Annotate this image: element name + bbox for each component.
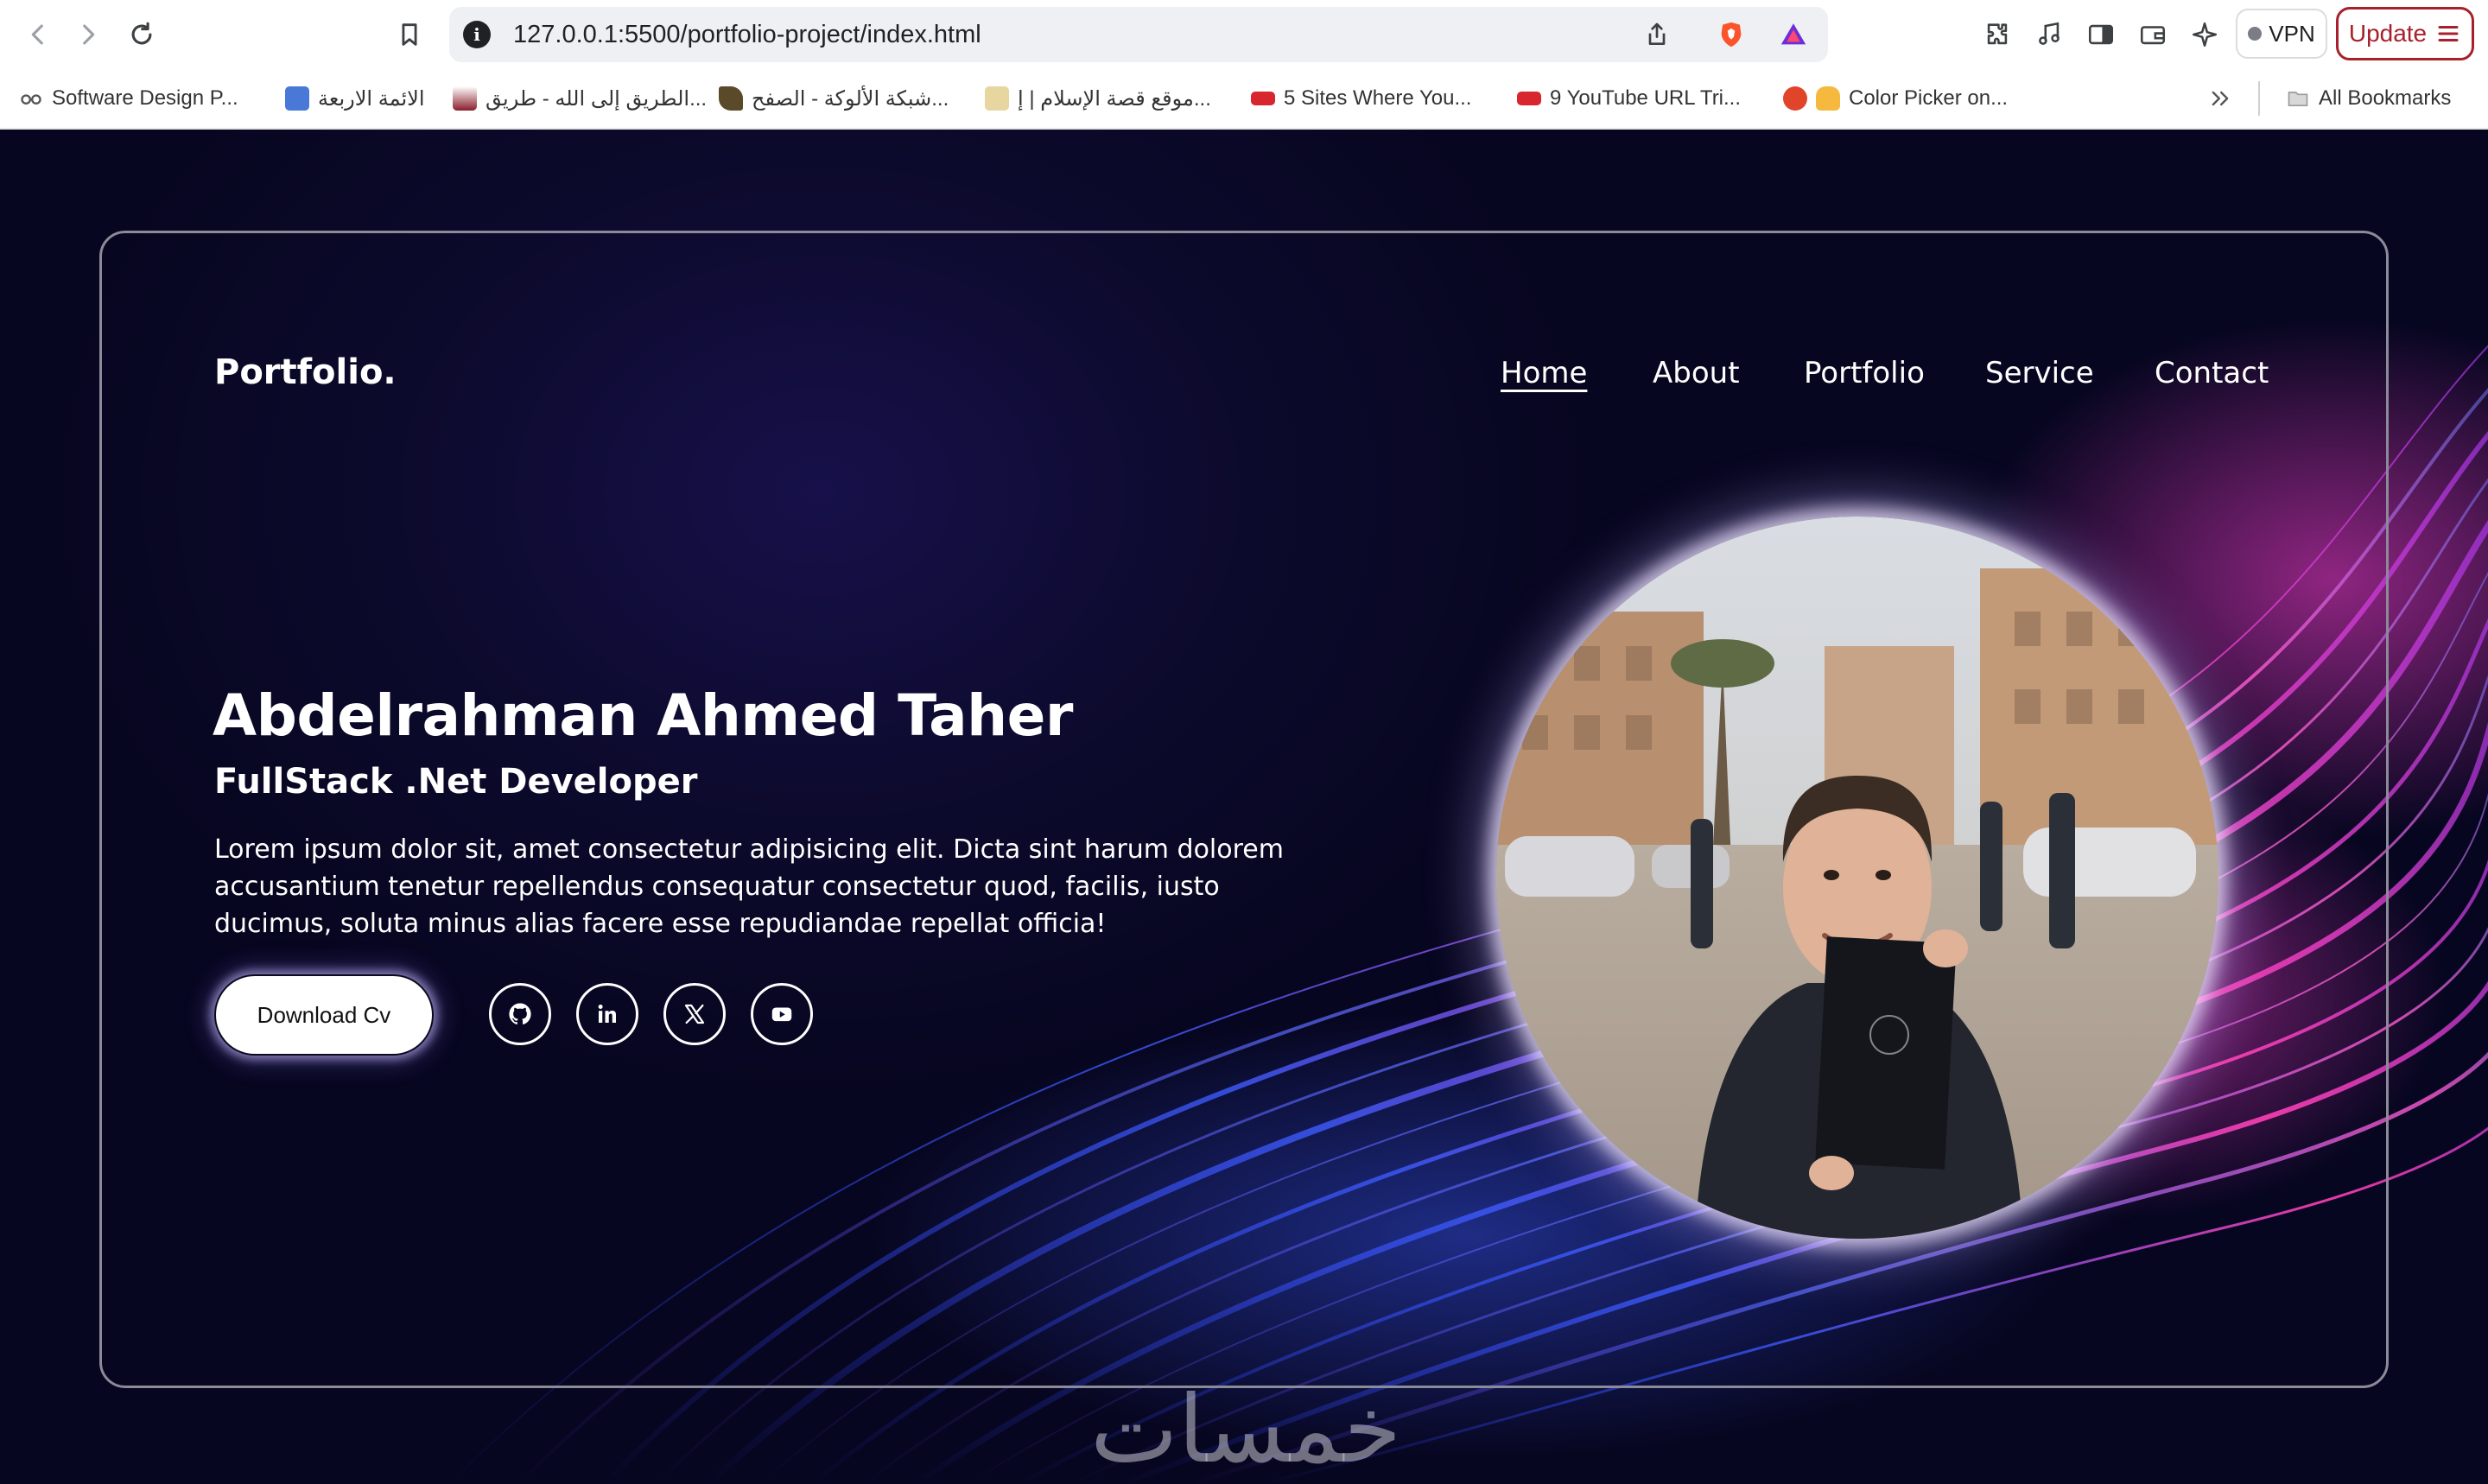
hero-role: FullStack .Net Developer (214, 762, 698, 802)
site-favicon-icon (1251, 92, 1275, 105)
vpn-status-icon (2248, 27, 2263, 41)
site-logo[interactable]: Portfolio. (214, 352, 397, 392)
linkedin-icon[interactable] (576, 983, 638, 1045)
vpn-label: VPN (2269, 20, 2315, 47)
glasses-icon (21, 94, 41, 105)
x-icon[interactable] (663, 983, 726, 1045)
brave-shield-icon[interactable] (1716, 19, 1747, 50)
vpn-button[interactable]: VPN (2236, 9, 2327, 59)
hero-name: Abdelrahman Ahmed Taher (213, 682, 1073, 749)
bookmark-item[interactable]: Software Design P... (19, 83, 238, 114)
bookmark-item[interactable]: الائمة الاربعة (285, 83, 425, 114)
wallet-icon[interactable] (2136, 17, 2170, 52)
site-favicon-icon (985, 86, 1009, 111)
reload-icon[interactable] (123, 16, 161, 54)
browser-toolbar: i 127.0.0.1:5500/portfolio-project/index… (0, 0, 2488, 69)
nav-contact[interactable]: Contact (2155, 356, 2269, 390)
update-button[interactable]: Update (2336, 7, 2474, 60)
address-bar[interactable]: i 127.0.0.1:5500/portfolio-project/index… (449, 7, 1828, 62)
share-icon[interactable] (1641, 19, 1672, 50)
site-info-icon[interactable]: i (463, 21, 491, 48)
thumbs-up-icon (1816, 86, 1840, 111)
nav-about[interactable]: About (1653, 356, 1740, 390)
leaf-icon (719, 86, 743, 111)
brave-rewards-icon[interactable] (1778, 19, 1809, 50)
folder-icon (2288, 92, 2308, 106)
update-label: Update (2348, 20, 2428, 47)
leo-ai-icon[interactable] (2187, 17, 2222, 52)
bookmark-item[interactable]: Color Picker on... (1783, 83, 2008, 114)
bookmarks-divider (2258, 81, 2260, 116)
back-icon[interactable] (19, 16, 57, 54)
bookmark-item[interactable]: 5 Sites Where You... (1251, 83, 1471, 114)
bookmark-item[interactable]: الطريق إلى الله - طريق... (453, 83, 707, 114)
more-bookmarks-icon[interactable] (2208, 83, 2232, 114)
site-favicon-icon (453, 86, 477, 111)
hero-description: Lorem ipsum dolor sit, amet consectetur … (214, 834, 1284, 939)
forward-icon[interactable] (69, 16, 107, 54)
url-text[interactable]: 127.0.0.1:5500/portfolio-project/index.h… (513, 21, 981, 49)
bookmark-item[interactable]: شبكة الألوكة - الصفح... (719, 83, 949, 114)
watermark: خمسات (1090, 1376, 1402, 1484)
media-icon[interactable] (2032, 17, 2066, 52)
extensions-icon[interactable] (1980, 17, 2015, 52)
bookmark-item[interactable]: 9 YouTube URL Tri... (1517, 83, 1741, 114)
all-bookmarks-button[interactable]: All Bookmarks (2286, 83, 2451, 114)
bookmarks-bar: Software Design P... الائمة الاربعة الطر… (0, 69, 2488, 130)
bookmark-item[interactable]: موقع قصة الإسلام | إ... (985, 83, 1211, 114)
download-cv-button[interactable]: Download Cv (214, 974, 434, 1056)
menu-icon (2438, 26, 2459, 41)
nav-home[interactable]: Home (1501, 356, 1587, 390)
profile-photo (1496, 517, 2218, 1239)
github-icon[interactable] (489, 983, 551, 1045)
site-favicon-icon (1517, 92, 1541, 105)
translate-icon (285, 86, 309, 111)
youtube-icon[interactable] (751, 983, 813, 1045)
portfolio-page: Portfolio. Home About Portfolio Service … (0, 130, 2488, 1484)
nav-service[interactable]: Service (1985, 356, 2094, 390)
nav-portfolio[interactable]: Portfolio (1804, 356, 1925, 390)
sidebar-icon[interactable] (2084, 17, 2118, 52)
color-picker-icon (1783, 86, 1807, 111)
bookmark-page-icon[interactable] (390, 16, 428, 54)
